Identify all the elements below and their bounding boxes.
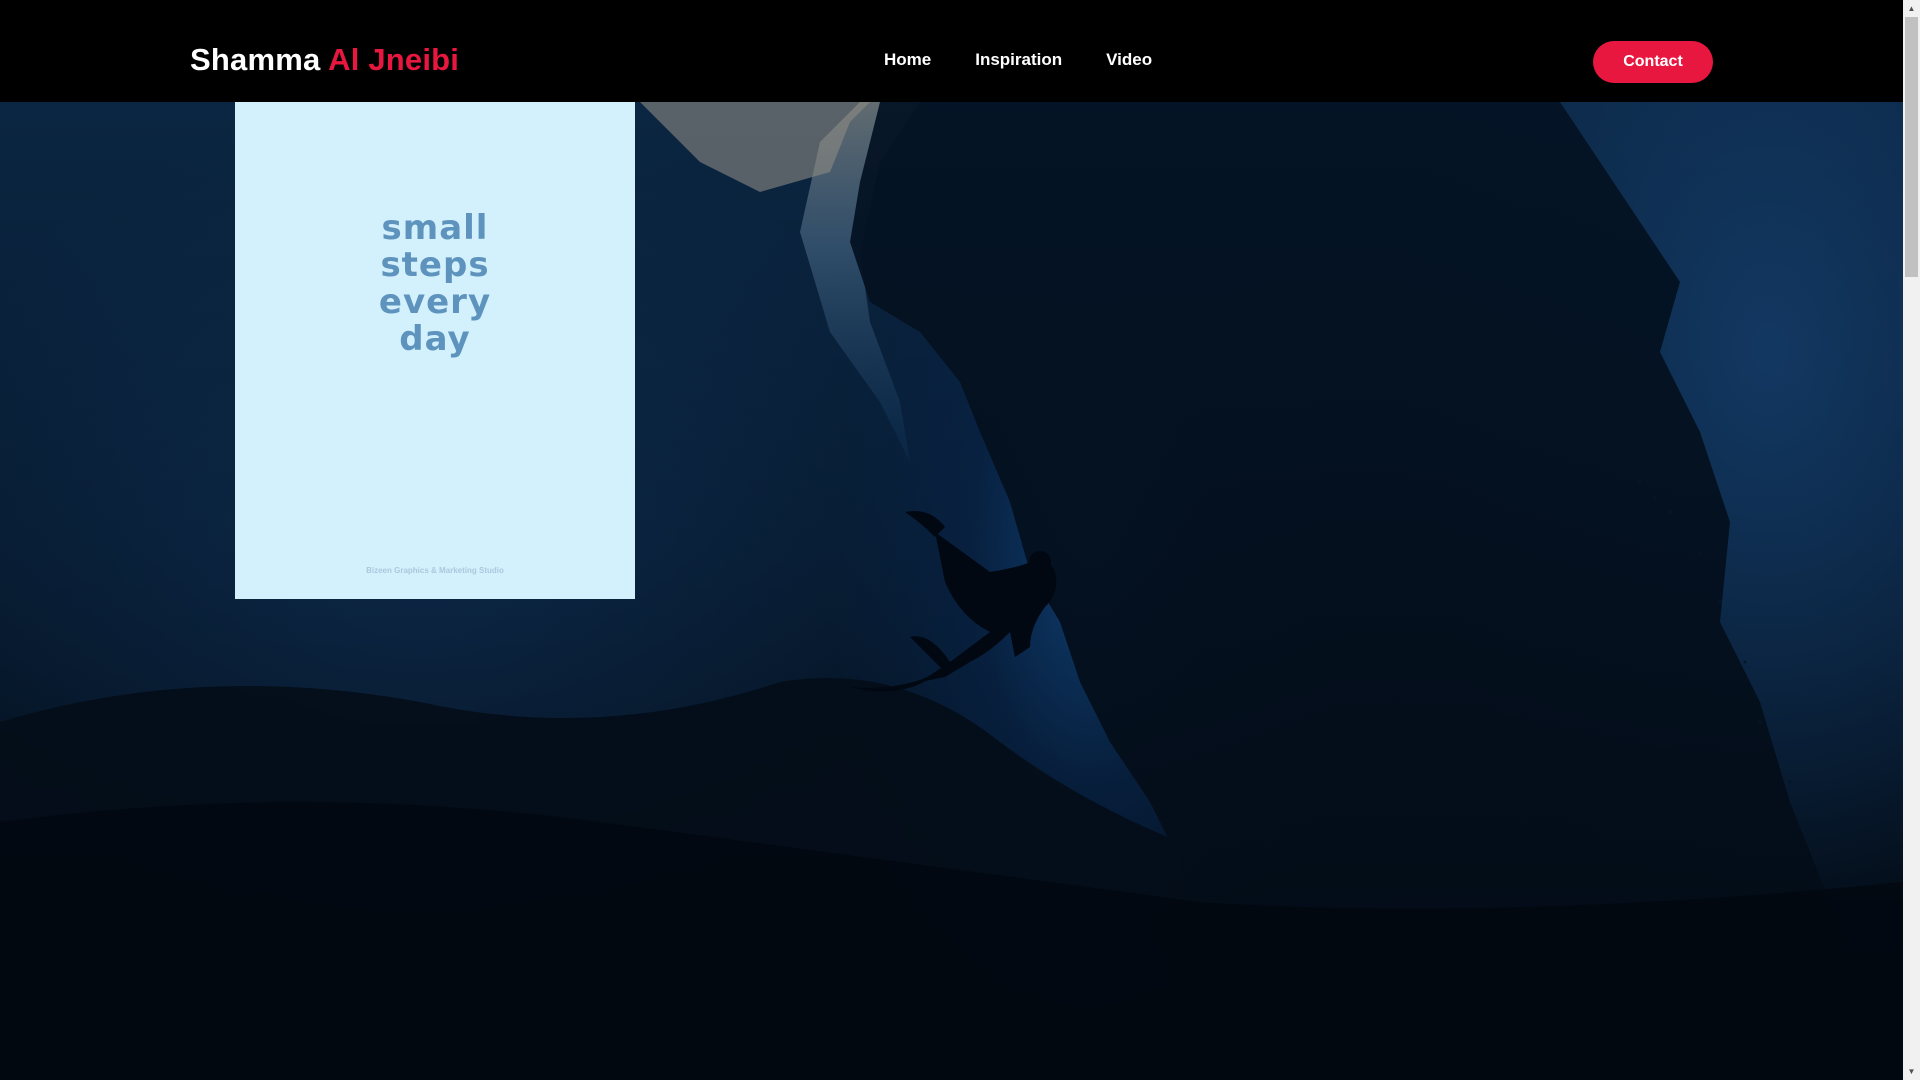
poster-quote-line: every	[378, 282, 492, 322]
logo-first-name: Shamma	[190, 42, 321, 77]
scrollbar-thumb[interactable]	[1905, 17, 1918, 277]
vertical-scrollbar[interactable]: ▲ ▼	[1903, 0, 1920, 1080]
poster-quote-line: small	[381, 208, 489, 248]
site-header: Shamma Al Jneibi Home Inspiration Video …	[0, 0, 1903, 102]
triangle-up-icon[interactable]: ▲	[1903, 0, 1920, 17]
site-logo[interactable]: Shamma Al Jneibi	[190, 42, 459, 78]
poster-credit: Bizeen Graphics & Marketing Studio	[366, 566, 504, 575]
nav-link-video[interactable]: Video	[1106, 50, 1152, 70]
nav-link-home[interactable]: Home	[884, 50, 931, 70]
poster-quote: small steps every day	[235, 210, 635, 358]
triangle-down-icon[interactable]: ▼	[1903, 1063, 1920, 1080]
nav-link-inspiration[interactable]: Inspiration	[975, 50, 1062, 70]
contact-button[interactable]: Contact	[1593, 41, 1713, 83]
main-nav: Home Inspiration Video	[884, 50, 1152, 70]
poster-quote-line: day	[399, 319, 471, 359]
quote-poster-image[interactable]: small steps every day Bizeen Graphics & …	[235, 102, 635, 599]
page: Shamma Al Jneibi Home Inspiration Video …	[0, 0, 1920, 1080]
logo-last-name: Al Jneibi	[328, 42, 460, 77]
poster-quote-line: steps	[380, 245, 490, 285]
